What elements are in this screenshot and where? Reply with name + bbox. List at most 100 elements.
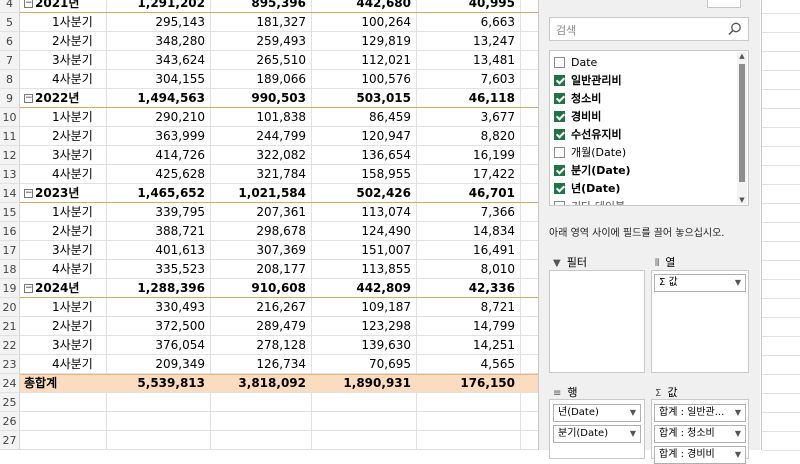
row-header[interactable]: 5 — [0, 13, 20, 32]
value-cell[interactable]: 42,336 — [469, 279, 515, 298]
row-header[interactable]: 9 — [0, 89, 20, 108]
pivot-quarter-row[interactable]: 22 3사분기 376,054 278,128 139,630 14,251 — [0, 336, 538, 355]
row-label-cell[interactable]: 3사분기 — [52, 51, 93, 70]
value-cell[interactable]: 209,349 — [155, 355, 205, 374]
pivot-year-row[interactable]: 9−2022년 1,494,563 990,503 503,015 46,118 — [0, 89, 538, 108]
value-cell[interactable]: 401,613 — [155, 241, 205, 260]
scroll-thumb[interactable] — [739, 64, 745, 182]
value-cell[interactable]: 425,628 — [155, 165, 205, 184]
value-cell[interactable]: 14,799 — [473, 317, 515, 336]
row-label-cell[interactable]: 4사분기 — [52, 260, 93, 279]
checkbox-icon[interactable] — [554, 56, 565, 68]
value-cell[interactable]: 339,795 — [155, 203, 205, 222]
value-cell[interactable]: 112,021 — [361, 51, 411, 70]
pivot-quarter-row[interactable]: 20 1사분기 330,493 216,267 109,187 8,721 — [0, 298, 538, 317]
row-header[interactable]: 4 — [0, 0, 20, 13]
search-icon[interactable] — [727, 21, 743, 37]
row-label-cell[interactable]: 3사분기 — [52, 241, 93, 260]
pivot-quarter-row[interactable]: 7 3사분기 343,624 265,510 112,021 13,481 — [0, 51, 538, 70]
value-cell[interactable]: 442,680 — [356, 0, 411, 13]
pivot-quarter-row[interactable]: 8 4사분기 304,155 189,066 100,576 7,603 — [0, 70, 538, 89]
value-cell[interactable]: 1,288,396 — [137, 279, 205, 298]
value-cell[interactable]: 1,494,563 — [137, 89, 205, 108]
row-header[interactable]: 8 — [0, 70, 20, 89]
pivot-quarter-row[interactable]: 16 2사분기 388,721 298,678 124,490 14,834 — [0, 222, 538, 241]
value-cell[interactable]: 5,539,813 — [137, 374, 205, 393]
value-cell[interactable]: 40,995 — [469, 0, 515, 13]
field-item[interactable]: 청소비 — [554, 90, 601, 108]
field-item[interactable]: Date — [554, 54, 597, 72]
value-cell[interactable]: 363,999 — [155, 127, 205, 146]
value-cell[interactable]: 6,663 — [481, 13, 515, 32]
value-cell[interactable]: 120,947 — [361, 127, 411, 146]
value-cell[interactable]: 46,701 — [469, 184, 515, 203]
checkbox-checked-icon[interactable] — [554, 128, 565, 140]
checkbox-icon[interactable] — [554, 146, 565, 158]
row-header[interactable]: 15 — [0, 203, 20, 222]
value-cell[interactable]: 502,426 — [356, 184, 411, 203]
value-cell[interactable]: 113,074 — [361, 203, 411, 222]
row-label-cell[interactable]: −2021년 — [24, 0, 79, 13]
value-cell[interactable]: 136,654 — [361, 146, 411, 165]
value-cell[interactable]: 14,834 — [473, 222, 515, 241]
value-cell[interactable]: 101,838 — [256, 108, 306, 127]
row-label-cell[interactable]: 2사분기 — [52, 317, 93, 336]
value-cell[interactable]: 4,565 — [481, 355, 515, 374]
pivot-year-row[interactable]: 4−2021년 1,291,202 895,396 442,680 40,995 — [0, 0, 538, 13]
row-header[interactable]: 27 — [0, 431, 20, 450]
row-header[interactable]: 18 — [0, 260, 20, 279]
row-label-cell[interactable]: −2024년 — [24, 279, 79, 298]
empty-row[interactable]: 25 — [0, 393, 538, 412]
pivot-quarter-row[interactable]: 23 4사분기 209,349 126,734 70,695 4,565 — [0, 355, 538, 374]
row-header[interactable]: 24 — [0, 374, 20, 393]
scroll-up-icon[interactable]: ▲ — [738, 52, 746, 60]
row-label-cell[interactable]: 4사분기 — [52, 70, 93, 89]
value-cell[interactable]: 990,503 — [251, 89, 306, 108]
row-header[interactable]: 12 — [0, 146, 20, 165]
row-header[interactable]: 22 — [0, 336, 20, 355]
pivot-quarter-row[interactable]: 21 2사분기 372,500 289,479 123,298 14,799 — [0, 317, 538, 336]
row-header[interactable]: 25 — [0, 393, 20, 412]
row-header[interactable]: 14 — [0, 184, 20, 203]
value-cell[interactable]: 189,066 — [256, 70, 306, 89]
columns-drop-area[interactable]: Σ 값 ▼ — [651, 270, 749, 373]
value-cell[interactable]: 1,021,584 — [238, 184, 306, 203]
value-cell[interactable]: 343,624 — [155, 51, 205, 70]
field-item[interactable]: 년(Date) — [554, 180, 620, 198]
pivot-quarter-row[interactable]: 6 2사분기 348,280 259,493 129,819 13,247 — [0, 32, 538, 51]
value-cell[interactable]: 129,819 — [361, 32, 411, 51]
rows-drop-area[interactable]: 년(Date) ▼ 분기(Date) ▼ — [549, 399, 645, 459]
checkbox-icon[interactable] — [554, 200, 565, 205]
value-cell[interactable]: 126,734 — [256, 355, 306, 374]
row-header[interactable]: 16 — [0, 222, 20, 241]
filter-drop-area[interactable] — [549, 270, 645, 373]
right-sheet-grid[interactable] — [761, 0, 800, 451]
value-cell[interactable]: 376,054 — [155, 336, 205, 355]
value-cell[interactable]: 8,820 — [481, 127, 515, 146]
checkbox-checked-icon[interactable] — [554, 110, 565, 122]
value-cell[interactable]: 46,118 — [469, 89, 515, 108]
values-drop-area[interactable]: 합계 : 일반관... ▼ 합계 : 청소비 ▼ 합계 : 경비비 ▼ — [651, 399, 749, 464]
empty-row[interactable]: 27 — [0, 431, 538, 450]
pivot-quarter-row[interactable]: 5 1사분기 295,143 181,327 100,264 6,663 — [0, 13, 538, 32]
value-cell[interactable]: 113,855 — [361, 260, 411, 279]
field-item[interactable]: 수선유지비 — [554, 126, 622, 144]
row-header[interactable]: 21 — [0, 317, 20, 336]
values-field-1[interactable]: 합계 : 일반관... ▼ — [654, 404, 746, 422]
value-cell[interactable]: 86,459 — [369, 108, 411, 127]
value-cell[interactable]: 322,082 — [256, 146, 306, 165]
value-cell[interactable]: 1,890,931 — [343, 374, 411, 393]
value-cell[interactable]: 13,247 — [473, 32, 515, 51]
row-label-cell[interactable]: 1사분기 — [52, 108, 93, 127]
value-cell[interactable]: 208,177 — [256, 260, 306, 279]
value-cell[interactable]: 348,280 — [155, 32, 205, 51]
field-item[interactable]: 경비비 — [554, 108, 601, 126]
value-cell[interactable]: 100,576 — [361, 70, 411, 89]
row-header[interactable]: 11 — [0, 127, 20, 146]
value-cell[interactable]: 1,291,202 — [137, 0, 205, 13]
value-cell[interactable]: 8,721 — [481, 298, 515, 317]
scroll-down-icon[interactable]: ▼ — [738, 196, 746, 204]
value-cell[interactable]: 100,264 — [361, 13, 411, 32]
value-cell[interactable]: 244,799 — [256, 127, 306, 146]
value-cell[interactable]: 304,155 — [155, 70, 205, 89]
